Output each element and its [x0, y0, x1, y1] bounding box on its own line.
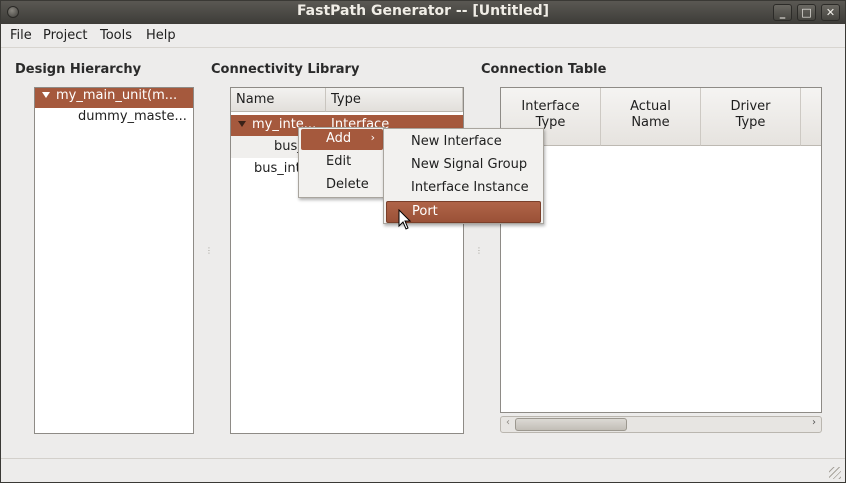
window-title: FastPath Generator -- [Untitled] [296, 3, 550, 19]
menu-item-label: Add [326, 131, 352, 146]
scroll-left-icon[interactable]: ‹ [506, 417, 510, 428]
menu-file[interactable]: File [10, 28, 32, 43]
library-row-name: bus_int [254, 161, 301, 176]
pane-resize-handle[interactable]: ⋮ [475, 247, 483, 255]
maximize-button[interactable]: □ [797, 4, 816, 21]
status-bar [1, 458, 845, 482]
connection-table-label: Connection Table [481, 62, 607, 77]
scrollbar-thumb[interactable] [515, 418, 627, 431]
context-menu-edit[interactable]: Edit [301, 152, 383, 173]
tree-item-main-unit[interactable]: my_main_unit(m... [35, 88, 193, 108]
header-line: Actual [630, 99, 671, 114]
context-menu-delete[interactable]: Delete [301, 175, 383, 196]
title-bar[interactable]: FastPath Generator -- [Untitled] _ □ ✕ [1, 1, 845, 24]
expander-icon[interactable] [238, 120, 246, 127]
column-header-type[interactable]: Type [326, 88, 463, 112]
menu-tools[interactable]: Tools [100, 28, 132, 43]
close-button[interactable]: ✕ [821, 4, 840, 21]
menu-bar: File Project Tools Help [1, 24, 845, 48]
expander-icon[interactable] [42, 91, 50, 98]
tree-item-dummy-master[interactable]: dummy_maste... [78, 109, 192, 129]
design-hierarchy-tree[interactable]: my_main_unit(m... dummy_maste... [34, 87, 194, 434]
column-header-name[interactable]: Name [231, 88, 326, 112]
context-menu-add[interactable]: Add › [301, 129, 383, 150]
tree-item-label: dummy_maste... [78, 109, 187, 124]
submenu-arrow-icon: › [370, 131, 375, 144]
column-header-driver-type[interactable]: Driver Type [701, 88, 801, 146]
header-line: Name [631, 115, 670, 130]
connectivity-library-label: Connectivity Library [211, 62, 360, 77]
pane-resize-handle[interactable]: ⋮ [205, 247, 213, 255]
menu-help[interactable]: Help [146, 28, 176, 43]
header-line: Interface [521, 99, 580, 114]
header-line: Driver [730, 99, 771, 114]
horizontal-scrollbar[interactable]: ‹ › [500, 416, 822, 433]
mouse-pointer-icon [398, 209, 412, 230]
submenu-interface-instance[interactable]: Interface Instance [386, 178, 541, 199]
app-window: FastPath Generator -- [Untitled] _ □ ✕ F… [0, 0, 846, 483]
menu-project[interactable]: Project [43, 28, 87, 43]
connection-table[interactable]: Interface Type Actual Name Driver Type [500, 87, 822, 413]
resize-grip-icon[interactable] [829, 467, 841, 479]
submenu-new-interface[interactable]: New Interface [386, 132, 541, 153]
column-header-actual-name[interactable]: Actual Name [601, 88, 701, 146]
header-line: Type [735, 115, 766, 130]
context-menu: Add › Edit Delete [298, 127, 386, 198]
design-hierarchy-label: Design Hierarchy [15, 62, 142, 77]
submenu-new-signal-group[interactable]: New Signal Group [386, 155, 541, 176]
tree-item-label: my_main_unit(m... [56, 88, 178, 103]
scroll-right-icon[interactable]: › [812, 417, 816, 428]
minimize-button[interactable]: _ [773, 4, 792, 21]
column-header-extra[interactable] [801, 88, 821, 146]
